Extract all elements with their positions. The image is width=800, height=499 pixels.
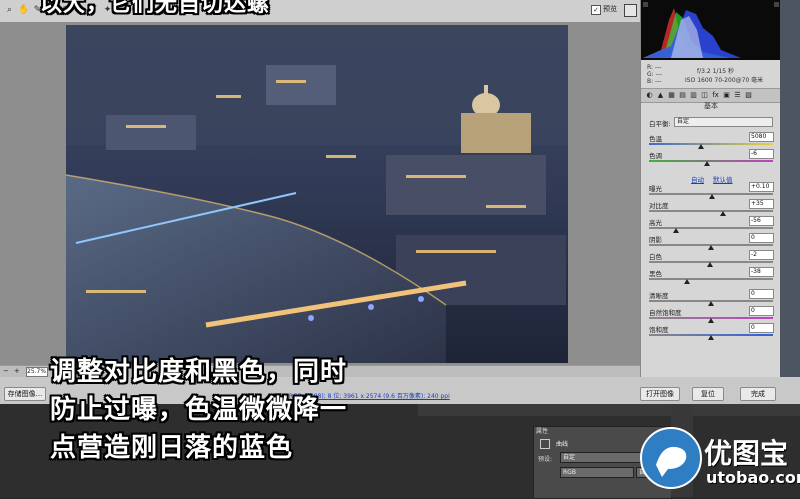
preview-canvas[interactable]	[0, 22, 640, 365]
properties-tab[interactable]: 属性	[536, 427, 548, 437]
panel-tabs: ◐ ▲ ▦ ▤ ▥ ◫ fx ▣ ☰ ▧	[641, 88, 781, 103]
iso-lens-info: ISO 1600 70-200@70 毫米	[685, 77, 764, 84]
slider-thumb[interactable]	[708, 335, 714, 340]
readout-g: G: ---	[647, 71, 663, 78]
done-button[interactable]: 完成	[740, 387, 776, 401]
auto-link[interactable]: 自动	[691, 174, 704, 184]
top-caption: 以大，它们无自切达螺	[40, 0, 271, 17]
watermark-logo-icon	[640, 427, 702, 489]
lens-icon[interactable]: ◫	[700, 91, 709, 100]
slider-label: 清晰度	[649, 292, 669, 300]
watermark-text: 优图宝	[704, 437, 789, 470]
slider-thumb[interactable]	[684, 279, 691, 284]
preview-label: 预览	[603, 5, 617, 13]
slider-track[interactable]	[649, 227, 773, 229]
presets-icon[interactable]: ☰	[733, 91, 742, 100]
hsl-icon[interactable]: ▤	[678, 91, 687, 100]
slider-label: 黑色	[649, 270, 662, 278]
slider-thumb[interactable]	[704, 161, 711, 166]
slider-label: 自然饱和度	[649, 309, 682, 317]
slider-value-field[interactable]: -2	[749, 250, 774, 260]
basic-icon[interactable]: ◐	[645, 91, 654, 100]
adjustments-panel: R: --- G: --- B: --- f/3.2 1/15 秒 ISO 16…	[640, 0, 781, 377]
fx-icon[interactable]: fx	[711, 91, 720, 100]
default-link[interactable]: 默认值	[713, 174, 733, 184]
slider-label: 白色	[649, 253, 662, 261]
slider-value-field[interactable]: 0	[749, 233, 774, 243]
slider-track[interactable]	[649, 143, 773, 145]
fullscreen-icon[interactable]	[624, 4, 637, 17]
slider-value-field[interactable]: +0.10	[749, 182, 774, 192]
slider-label: 曝光	[649, 185, 662, 193]
preset-label: 预设:	[538, 456, 553, 463]
wb-label: 白平衡:	[649, 120, 671, 128]
slider-label: 色调	[649, 152, 662, 160]
zoom-out-icon[interactable]: −	[3, 367, 11, 375]
slider-thumb[interactable]	[708, 245, 714, 250]
panel-title: 基本	[704, 102, 718, 110]
caption-line-3: 点营造刚日落的蓝色	[50, 433, 294, 463]
reset-button[interactable]: 复位	[692, 387, 724, 401]
slider-value-field[interactable]: 0	[749, 289, 774, 299]
curves-icon	[540, 439, 550, 449]
zoom-in-icon[interactable]: +	[14, 367, 22, 375]
camera-cal-icon[interactable]: ▣	[722, 91, 731, 100]
slider-thumb[interactable]	[673, 228, 680, 233]
slider-thumb[interactable]	[708, 301, 714, 306]
channel-select[interactable]: RGB	[560, 467, 634, 478]
timeline-ruler	[418, 404, 800, 416]
camera-readouts: R: --- G: --- B: --- f/3.2 1/15 秒 ISO 16…	[641, 60, 781, 86]
caption-line-1: 调整对比度和黑色，同时	[50, 357, 348, 387]
slider-thumb[interactable]	[720, 211, 727, 216]
detail-icon[interactable]: ▦	[667, 91, 676, 100]
white-balance-select[interactable]: 自定	[674, 117, 773, 127]
slider-label: 对比度	[649, 202, 669, 210]
readout-r: R: ---	[647, 64, 662, 71]
slider-label: 高光	[649, 219, 662, 227]
slider-thumb[interactable]	[698, 144, 705, 149]
slider-thumb[interactable]	[706, 262, 713, 267]
slider-track[interactable]	[649, 278, 773, 280]
slider-label: 饱和度	[649, 326, 669, 334]
snapshots-icon[interactable]: ▧	[744, 91, 753, 100]
tone-curve-icon[interactable]: ▲	[656, 91, 665, 100]
slider-value-field[interactable]: 0	[749, 323, 774, 333]
magnifier-icon[interactable]: ⌕	[4, 4, 15, 16]
readout-b: B: ---	[647, 78, 662, 85]
slider-value-field[interactable]: 0	[749, 306, 774, 316]
slider-value-field[interactable]: -38	[749, 267, 774, 277]
curves-label: 曲线	[556, 441, 569, 448]
slider-value-field[interactable]: -56	[749, 216, 774, 226]
open-image-button[interactable]: 打开图像	[640, 387, 680, 401]
side-strip	[780, 0, 800, 377]
exposure-info: f/3.2 1/15 秒	[697, 68, 734, 75]
watermark-url: utobao.com	[706, 468, 800, 487]
slider-value-field[interactable]: +35	[749, 199, 774, 209]
histogram	[641, 0, 781, 60]
slider-thumb[interactable]	[709, 194, 716, 199]
caption-line-2: 防止过曝，色温微微降一	[50, 395, 348, 425]
slider-label: 色温	[649, 135, 662, 143]
split-tone-icon[interactable]: ▥	[689, 91, 698, 100]
preview-checkbox[interactable]: ✓	[591, 5, 601, 15]
slider-thumb[interactable]	[708, 318, 714, 323]
slider-track[interactable]	[649, 210, 773, 212]
zoom-level[interactable]: 25.7%	[26, 367, 48, 377]
slider-track[interactable]	[649, 160, 773, 162]
slider-value-field[interactable]: -6	[749, 149, 774, 159]
slider-value-field[interactable]: 5080	[749, 132, 774, 142]
city-night-photo	[66, 25, 568, 363]
slider-label: 阴影	[649, 236, 662, 244]
hand-icon[interactable]: ✋	[18, 4, 29, 16]
save-image-button[interactable]: 存储图像...	[4, 387, 46, 401]
